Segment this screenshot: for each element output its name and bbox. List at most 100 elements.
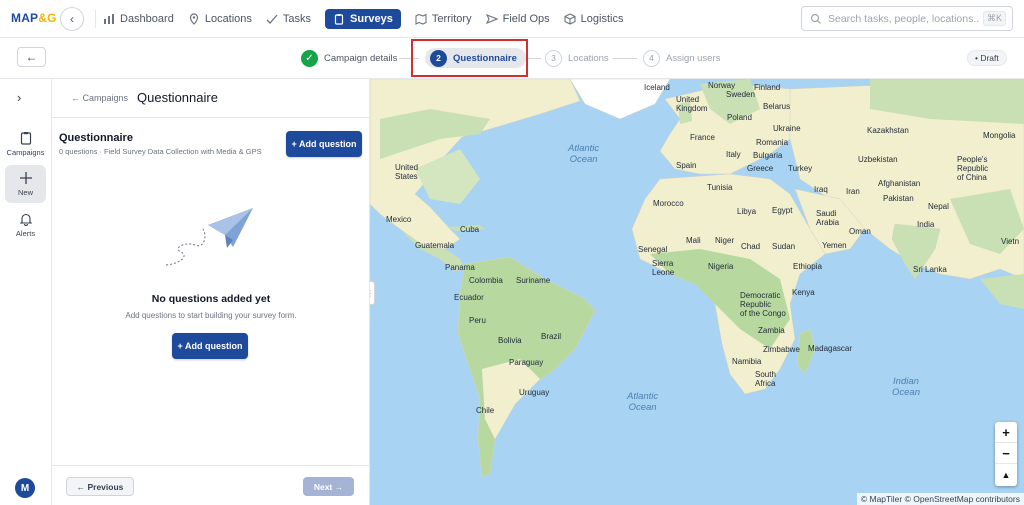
ocean-label-indian: Indian Ocean <box>892 376 920 398</box>
step-1-check-icon: ✓ <box>301 49 318 67</box>
step-4-number: 4 <box>643 49 660 67</box>
clipboard-icon <box>334 14 344 25</box>
ocean-label-south-atlantic: Atlantic Ocean <box>627 391 658 413</box>
step-locations[interactable]: 3 Locations <box>545 48 609 68</box>
map-label: Iceland <box>644 83 670 92</box>
nav-territory-label: Territory <box>431 13 472 25</box>
map-label: Sudan <box>772 242 796 251</box>
map-label: Norway <box>708 81 736 90</box>
add-question-button[interactable]: + Add question <box>286 131 362 157</box>
nav-surveys-label: Surveys <box>350 13 393 25</box>
nav-tasks[interactable]: Tasks <box>266 8 311 30</box>
previous-button[interactable]: ← Previous <box>66 477 134 496</box>
avatar[interactable]: M <box>15 478 35 498</box>
map-attribution[interactable]: © MapTiler © OpenStreetMap contributors <box>856 493 1024 505</box>
map-label-line: Saudi <box>816 209 837 218</box>
nav-dashboard-label: Dashboard <box>120 13 174 25</box>
map-label: Mali <box>686 236 701 245</box>
empty-state-subtitle: Add questions to start building your sur… <box>125 311 297 320</box>
map-label: Senegal <box>638 245 668 254</box>
map-label-line: Republic <box>740 300 772 309</box>
main-nav: Dashboard Locations Tasks Surveys Territ… <box>103 8 637 30</box>
nav-logistics[interactable]: Logistics <box>564 8 624 30</box>
map-label-line: South <box>755 370 776 379</box>
nav-territory[interactable]: Territory <box>415 8 472 30</box>
rail-item-campaigns[interactable]: Campaigns <box>5 125 46 163</box>
ocean-label-text: Atlantic <box>568 143 600 154</box>
step-3-number: 3 <box>545 49 562 67</box>
next-button[interactable]: Next → <box>303 477 354 496</box>
nav-dashboard[interactable]: Dashboard <box>103 8 174 30</box>
bell-icon <box>19 213 32 226</box>
step-3-label: Locations <box>568 52 609 64</box>
nav-surveys[interactable]: Surveys <box>325 9 401 29</box>
nav-locations[interactable]: Locations <box>188 8 252 30</box>
map-label: Sierra Leone <box>652 259 674 277</box>
map-label-line: United <box>676 95 700 104</box>
panel-resize-handle[interactable]: ⋮ <box>370 281 375 305</box>
map-label-line: of China <box>957 173 987 182</box>
map-label: Iraq <box>814 185 828 194</box>
section-subtitle: 0 questions · Field Survey Data Collecti… <box>59 147 262 156</box>
rail-item-new[interactable]: New <box>5 165 46 203</box>
map-label: Democratic Republic of the Congo <box>740 291 786 318</box>
map-label: Spain <box>676 161 697 170</box>
map-label: Zimbabwe <box>763 345 800 354</box>
map-label: Namibia <box>732 357 762 366</box>
map-label: France <box>690 133 715 142</box>
map-label: United States <box>395 163 418 181</box>
map-label: Bulgaria <box>753 151 783 160</box>
map-label-line: States <box>395 172 418 181</box>
map-label: Greece <box>747 164 774 173</box>
map-label-line: Kingdom <box>676 104 708 113</box>
section-title: Questionnaire <box>59 132 133 144</box>
map-label: South Africa <box>755 370 776 388</box>
map-label: Saudi Arabia <box>816 209 839 227</box>
chevron-right-icon[interactable]: › <box>17 90 21 105</box>
global-search[interactable]: Search tasks, people, locations... ⌘K <box>801 6 1013 31</box>
rail-item-alerts[interactable]: Alerts <box>5 206 46 244</box>
map-label: Nepal <box>928 202 949 211</box>
empty-state-title: No questions added yet <box>151 293 271 305</box>
map-label: Ecuador <box>454 293 484 302</box>
world-map[interactable]: Atlantic Ocean Atlantic Ocean Indian Ocean … <box>370 79 1024 505</box>
clipboard-icon <box>20 132 31 145</box>
ocean-label-north-atlantic: Atlantic Ocean <box>568 143 599 165</box>
nav-field-ops[interactable]: Field Ops <box>485 8 550 30</box>
ocean-label-text: Ocean <box>892 387 920 398</box>
map-label: Mexico <box>386 215 412 224</box>
breadcrumb-campaigns-link[interactable]: ← Campaigns <box>71 93 128 103</box>
map-label: Peru <box>469 316 486 325</box>
search-input[interactable]: Search tasks, people, locations... <box>828 13 980 25</box>
map-label-line: Africa <box>755 379 776 388</box>
map-zoom-controls: + − ▲ <box>995 422 1017 486</box>
map-label: Guatemala <box>415 241 455 250</box>
map-label: Suriname <box>516 276 551 285</box>
map-label: Sweden <box>726 90 755 99</box>
step-connector <box>527 58 541 59</box>
step-assign-users[interactable]: 4 Assign users <box>643 48 720 68</box>
chevron-left-icon[interactable]: ‹ <box>60 7 84 31</box>
map-label: Iran <box>846 187 860 196</box>
map-label: Brazil <box>541 332 562 341</box>
map-label: Belarus <box>763 102 791 111</box>
status-badge: • Draft <box>967 50 1007 66</box>
nav-logistics-label: Logistics <box>580 13 624 25</box>
search-shortcut: ⌘K <box>982 11 1006 26</box>
zoom-in-button[interactable]: + <box>995 422 1017 443</box>
add-question-center-button[interactable]: + Add question <box>172 333 248 359</box>
map-label: Paraguay <box>509 358 544 367</box>
top-navigation-bar: MAP&G ‹ Dashboard Locations Tasks Survey… <box>0 0 1024 38</box>
app-logo[interactable]: MAP&G <box>11 11 57 25</box>
zoom-out-button[interactable]: − <box>995 443 1017 464</box>
ocean-label-text: Ocean <box>569 154 598 165</box>
search-icon <box>810 13 821 24</box>
step-campaign-details[interactable]: ✓ Campaign details <box>301 48 397 68</box>
map-label: Afghanistan <box>878 179 921 188</box>
plus-icon <box>19 172 32 184</box>
compass-icon[interactable]: ▲ <box>995 464 1017 485</box>
map-label-line: of the Congo <box>740 309 786 318</box>
map-label: Uzbekistan <box>858 155 898 164</box>
arrow-left-icon[interactable]: ← <box>17 47 46 67</box>
map-label-line: Arabia <box>816 218 840 227</box>
